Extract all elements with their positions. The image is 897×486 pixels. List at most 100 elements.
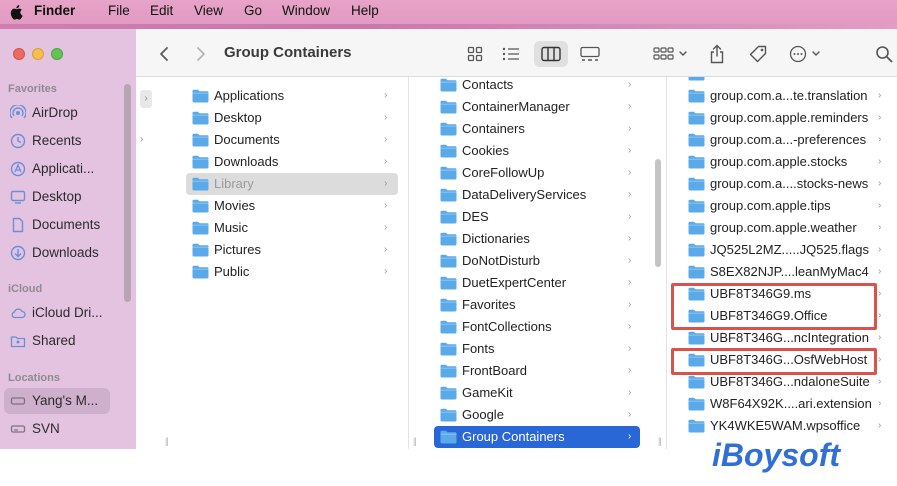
chevron-right-icon: › (384, 222, 388, 233)
folder-icon (688, 265, 705, 279)
zoom-window-button[interactable] (51, 48, 63, 60)
sidebar-item-shared[interactable]: Shared (4, 328, 110, 354)
sidebar-item-recents[interactable]: Recents (4, 128, 110, 154)
sidebar-item-label: Recents (32, 133, 82, 148)
folder-row[interactable]: CoreFollowUp › (434, 162, 640, 184)
sidebar-item-airdrop[interactable]: AirDrop (4, 100, 110, 126)
folder-row[interactable]: Desktop › (186, 107, 398, 129)
folder-row[interactable]: Pictures › (186, 239, 398, 261)
folder-name: group.com.a...te.translation (710, 88, 868, 103)
more-actions-button[interactable] (788, 41, 824, 67)
library-column-scrollbar[interactable] (655, 159, 661, 267)
menu-view[interactable]: View (194, 3, 223, 18)
chevron-right-icon: › (384, 134, 388, 145)
folder-row[interactable]: group.com.apple.weather › (682, 217, 888, 239)
tag-button[interactable] (746, 41, 770, 67)
folder-row[interactable]: group.com.a....stocks-news › (682, 173, 888, 195)
search-button[interactable] (873, 41, 895, 67)
sidebar-item-svn[interactable]: SVN (4, 416, 110, 442)
column-view-button[interactable] (534, 41, 568, 67)
list-view-button[interactable] (498, 41, 524, 67)
chevron-right-icon: › (628, 233, 632, 244)
folder-row[interactable]: GameKit › (434, 382, 640, 404)
gallery-view-button[interactable] (577, 41, 603, 67)
folder-row[interactable]: Music › (186, 217, 398, 239)
folder-row[interactable]: group.com.a...-preferences › (682, 129, 888, 151)
folder-name: Dictionaries (462, 231, 530, 246)
folder-name: DataDeliveryServices (462, 187, 587, 202)
chevron-right-icon: › (878, 134, 882, 145)
menu-help[interactable]: Help (351, 3, 379, 18)
folder-name: CoreFollowUp (462, 165, 545, 180)
folder-row-partial[interactable] (682, 77, 888, 85)
folder-row[interactable]: group.com.apple.reminders › (682, 107, 888, 129)
folder-row[interactable]: Public › (186, 261, 398, 283)
menu-edit[interactable]: Edit (150, 3, 173, 18)
sidebar-scrollbar[interactable] (124, 84, 131, 302)
folder-row[interactable]: Movies › (186, 195, 398, 217)
close-window-button[interactable] (13, 48, 25, 60)
menu-window[interactable]: Window (282, 3, 330, 18)
sidebar-item-label: AirDrop (32, 105, 78, 120)
folder-icon (440, 100, 457, 114)
group-by-button[interactable] (652, 41, 690, 67)
sidebar-item-desktop[interactable]: Desktop (4, 184, 110, 210)
desktop-icon (10, 190, 26, 204)
folder-row[interactable]: Dictionaries › (434, 228, 640, 250)
column-home: Applications › Desktop › Documents › Downloads… (178, 77, 410, 449)
sidebar-item-label: Downloads (32, 245, 99, 260)
sidebar-item-downloads[interactable]: Downloads (4, 240, 110, 266)
folder-row[interactable]: FontCollections › (434, 316, 640, 338)
folder-row[interactable]: Google › (434, 404, 640, 426)
share-button[interactable] (706, 41, 728, 67)
folder-row[interactable]: ContainerManager › (434, 96, 640, 118)
list-view-icon (502, 47, 519, 61)
menu-go[interactable]: Go (244, 3, 262, 18)
folder-row[interactable]: Group Containers › (434, 426, 640, 448)
folder-row[interactable]: DES › (434, 206, 640, 228)
sidebar-item-icloud-drive[interactable]: iCloud Dri... (4, 300, 110, 326)
column-library: Contacts › ContainerManager › Containers › Coo… (426, 77, 652, 449)
column-resize-handle[interactable]: || (658, 436, 662, 446)
folder-row[interactable]: FrontBoard › (434, 360, 640, 382)
finder-window: Favorites AirDrop Recents Applicati... D… (0, 29, 897, 449)
folder-row[interactable]: Fonts › (434, 338, 640, 360)
menu-app-name[interactable]: Finder (34, 3, 75, 18)
folder-row[interactable]: Containers › (434, 118, 640, 140)
forward-button[interactable] (191, 41, 211, 67)
folder-row[interactable]: DataDeliveryServices › (434, 184, 640, 206)
column-resize-handle[interactable]: || (413, 436, 417, 446)
sidebar-item-mac-disk[interactable]: Yang's M... (4, 388, 110, 414)
folder-row[interactable]: Downloads › (186, 151, 398, 173)
folder-row[interactable]: Contacts › (434, 77, 640, 96)
folder-row[interactable]: JQ525L2MZ.....JQ525.flags › (682, 239, 888, 261)
apple-logo-icon[interactable] (9, 4, 23, 20)
column-resize-handle[interactable]: || (165, 436, 169, 446)
chevron-right-icon (197, 47, 205, 61)
folder-row[interactable]: DuetExpertCenter › (434, 272, 640, 294)
folder-row[interactable]: group.com.a...te.translation › (682, 85, 888, 107)
folder-row[interactable]: UBF8T346G...ncIntegration › (682, 327, 888, 349)
minimize-window-button[interactable] (32, 48, 44, 60)
folder-name: FrontBoard (462, 363, 528, 378)
sidebar-item-applications[interactable]: Applicati... (4, 156, 110, 182)
folder-row[interactable]: group.com.apple.tips › (682, 195, 888, 217)
column-divider[interactable] (666, 77, 667, 449)
folder-row[interactable]: Cookies › (434, 140, 640, 162)
menu-file[interactable]: File (108, 3, 130, 18)
folder-row[interactable]: Library › (186, 173, 398, 195)
column-divider[interactable] (408, 77, 409, 449)
folder-row[interactable]: S8EX82NJP....leanMyMac4 › (682, 261, 888, 283)
folder-row[interactable]: group.com.apple.stocks › (682, 151, 888, 173)
back-button[interactable] (154, 41, 174, 67)
folder-row[interactable]: Applications › (186, 85, 398, 107)
column-chevron[interactable]: › (140, 90, 152, 108)
folder-row[interactable]: Favorites › (434, 294, 640, 316)
folder-row[interactable]: Documents › (186, 129, 398, 151)
sidebar-item-documents[interactable]: Documents (4, 212, 110, 238)
icon-view-button[interactable] (462, 41, 488, 67)
folder-row[interactable]: W8F64X92K....ari.extension › (682, 393, 888, 415)
disk-icon (10, 425, 26, 433)
folder-row[interactable]: DoNotDisturb › (434, 250, 640, 272)
column-chevron[interactable]: › (140, 134, 143, 145)
